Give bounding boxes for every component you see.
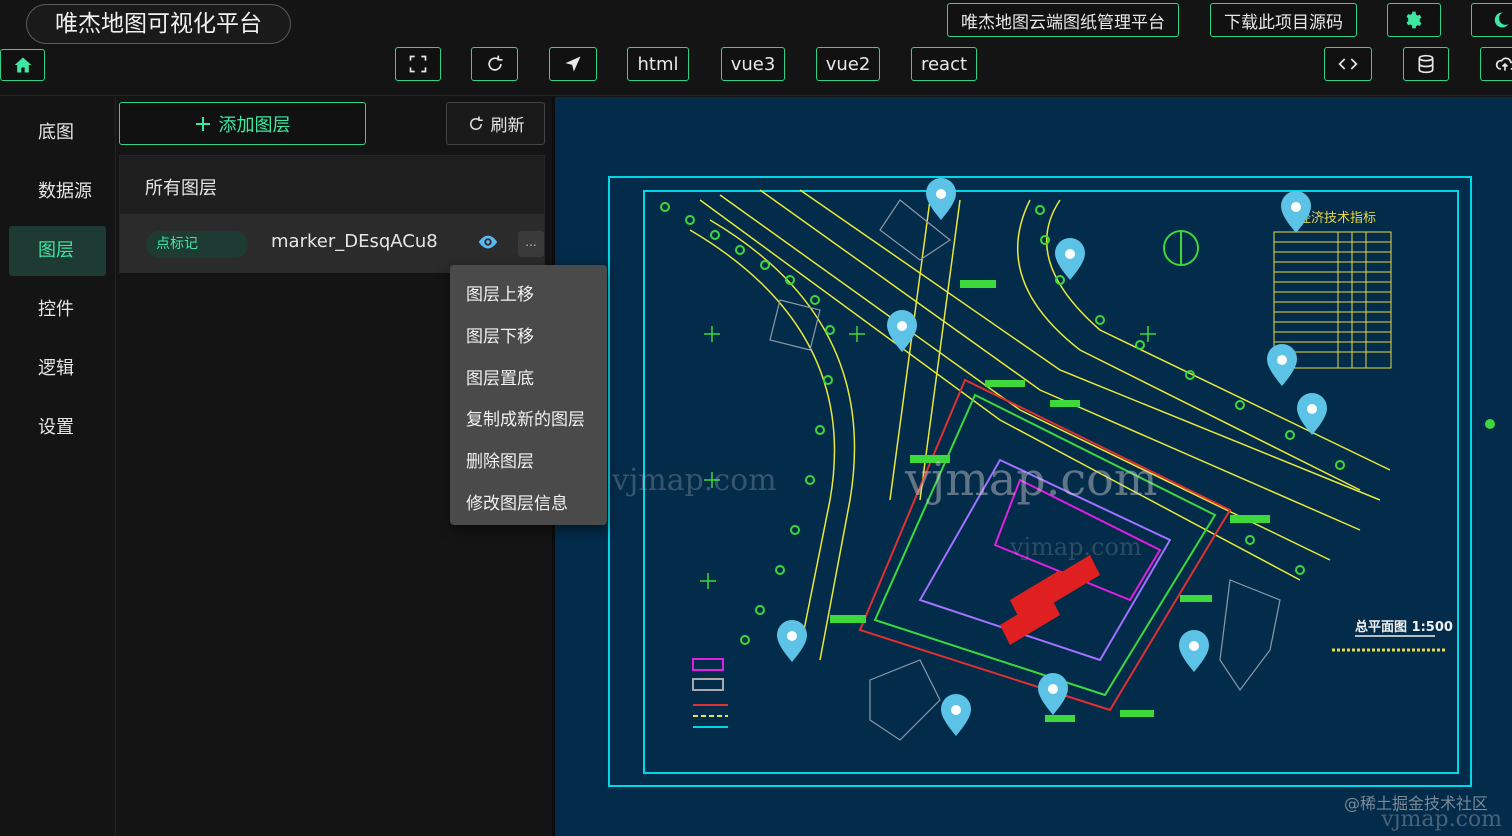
eye-icon[interactable] xyxy=(477,233,499,251)
nav-item-settings[interactable]: 设置 xyxy=(9,403,106,453)
refresh-label: 刷新 xyxy=(490,116,525,136)
refresh-button[interactable]: 刷新 xyxy=(446,102,545,145)
code-icon xyxy=(1338,58,1358,70)
map-watermark-small: vjmap.com xyxy=(611,463,777,498)
moon-icon xyxy=(1494,12,1509,28)
html-framework-button[interactable]: html xyxy=(627,47,689,81)
table-title: 经济技术指标 xyxy=(1298,211,1376,226)
map-edge-icon[interactable] xyxy=(1485,419,1495,429)
layer-context-menu: 图层上移 图层下移 图层置底 复制成新的图层 删除图层 修改图层信息 xyxy=(450,265,607,525)
fullscreen-icon xyxy=(409,55,427,73)
map-marker[interactable] xyxy=(1281,191,1311,233)
reload-button[interactable] xyxy=(471,47,518,81)
map-marker[interactable] xyxy=(777,620,807,662)
cloud-upload-button[interactable] xyxy=(1480,47,1512,81)
map-marker[interactable] xyxy=(1179,630,1209,672)
menu-item-move-bottom[interactable]: 图层置底 xyxy=(466,364,534,389)
map-marker[interactable] xyxy=(887,310,917,352)
navigation-arrow-icon xyxy=(565,56,581,72)
app-title: 唯杰地图可视化平台 xyxy=(26,4,291,44)
reload-icon xyxy=(487,55,502,71)
map-canvas[interactable]: 经济技术指标 总平面图 1:500 vjmap.com vjmap.com vj… xyxy=(552,97,1512,836)
top-bar: 唯杰地图可视化平台 唯杰地图云端图纸管理平台 下载此项目源码 html vue3… xyxy=(0,0,1512,96)
menu-item-duplicate[interactable]: 复制成新的图层 xyxy=(466,405,585,430)
menu-item-move-down[interactable]: 图层下移 xyxy=(466,322,534,347)
cloud-manager-link-label: 唯杰地图云端图纸管理平台 xyxy=(961,12,1165,33)
nav-item-datasource[interactable]: 数据源 xyxy=(9,167,106,217)
layer-type-badge: 点标记 xyxy=(146,231,248,258)
map-marker[interactable] xyxy=(926,178,956,220)
left-nav: 底图 数据源 图层 控件 逻辑 设置 xyxy=(0,97,116,836)
vue3-label: vue3 xyxy=(730,53,776,75)
download-source-link[interactable]: 下载此项目源码 xyxy=(1210,3,1357,37)
map-watermark-inner: vjmap.com xyxy=(1009,533,1142,561)
map-marker[interactable] xyxy=(941,694,971,736)
layers-list: 所有图层 点标记 marker_DEsqACu8 ... xyxy=(119,155,545,273)
menu-item-move-up[interactable]: 图层上移 xyxy=(466,280,534,305)
layer-more-button[interactable]: ... xyxy=(518,231,544,257)
nav-item-controls[interactable]: 控件 xyxy=(9,285,106,335)
layer-name: marker_DEsqACu8 xyxy=(271,231,438,252)
menu-item-delete[interactable]: 删除图层 xyxy=(466,447,534,472)
home-button[interactable] xyxy=(0,49,45,81)
theme-toggle-button[interactable] xyxy=(1471,3,1512,37)
layers-list-title: 所有图层 xyxy=(145,178,217,199)
map-watermark: vjmap.com xyxy=(904,452,1157,506)
add-layer-label: 添加图层 xyxy=(218,114,291,136)
vue2-label: vue2 xyxy=(825,53,871,75)
map-marker[interactable] xyxy=(1297,393,1327,435)
react-label: react xyxy=(920,53,968,75)
map-marker[interactable] xyxy=(1267,344,1297,386)
refresh-icon xyxy=(469,116,483,130)
locate-button[interactable] xyxy=(549,47,597,81)
add-layer-button[interactable]: 添加图层 xyxy=(119,102,366,145)
vue3-framework-button[interactable]: vue3 xyxy=(721,47,785,81)
cloud-manager-link[interactable]: 唯杰地图云端图纸管理平台 xyxy=(947,3,1179,37)
home-icon xyxy=(14,57,31,73)
react-framework-button[interactable]: react xyxy=(911,47,977,81)
nav-item-basemap[interactable]: 底图 xyxy=(9,108,106,158)
map-marker[interactable] xyxy=(1055,238,1085,280)
fullscreen-button[interactable] xyxy=(395,47,441,81)
code-button[interactable] xyxy=(1324,47,1372,81)
html-label: html xyxy=(637,53,679,75)
database-button[interactable] xyxy=(1403,47,1449,81)
gear-icon xyxy=(1406,11,1422,29)
nav-item-layers[interactable]: 图层 xyxy=(9,226,106,276)
menu-item-edit-info[interactable]: 修改图层信息 xyxy=(466,489,568,514)
plus-icon xyxy=(195,116,210,131)
drawing-title: 总平面图 1:500 xyxy=(1355,619,1453,635)
database-icon xyxy=(1418,54,1434,74)
vue2-framework-button[interactable]: vue2 xyxy=(816,47,880,81)
download-source-link-label: 下载此项目源码 xyxy=(1224,12,1343,33)
nav-item-logic[interactable]: 逻辑 xyxy=(9,344,106,394)
settings-button[interactable] xyxy=(1387,3,1441,37)
map-marker[interactable] xyxy=(1038,673,1068,715)
cloud-upload-icon xyxy=(1495,57,1512,71)
cad-drawing: 经济技术指标 总平面图 1:500 vjmap.com vjmap.com vj… xyxy=(608,176,1495,787)
credit-site-watermark: vjmap.com xyxy=(1381,807,1502,832)
